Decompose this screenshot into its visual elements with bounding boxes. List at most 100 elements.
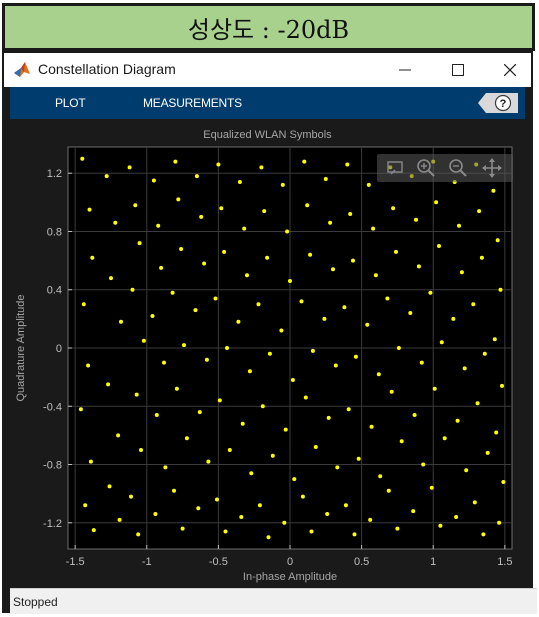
data-point-40: [184, 436, 189, 441]
constellation-plot[interactable]: -1.5 -1 -0.5 0 0.5 1 1.5 -1.2 -0.8 -0.4 0 0.4 0.8 1.2…: [10, 119, 525, 587]
data-point-2: [90, 255, 95, 260]
data-point-5: [78, 407, 83, 412]
minimize-button[interactable]: [382, 53, 428, 87]
data-point-15: [107, 484, 112, 489]
x-tick-label-5: 1: [430, 556, 436, 568]
data-point-45: [202, 261, 207, 266]
y-tick-label-5: 0.8: [47, 226, 62, 238]
data-point-161: [481, 532, 486, 537]
data-point-105: [342, 305, 347, 310]
data-point-38: [182, 343, 186, 348]
data-point-33: [153, 512, 158, 516]
data-point-86: [305, 203, 310, 208]
minimize-icon: [399, 69, 411, 71]
data-point-151: [464, 468, 469, 473]
data-point-168: [501, 480, 506, 484]
constellation-window: Constellation Diagram PLOT MEASUREMENTS …: [2, 51, 537, 614]
data-point-42: [180, 526, 185, 531]
data-point-101: [325, 512, 330, 516]
data-point-149: [462, 366, 467, 371]
data-point-142: [442, 436, 447, 441]
data-point-0: [80, 156, 85, 161]
data-point-130: [416, 264, 421, 269]
data-point-79: [288, 279, 292, 283]
help-icon[interactable]: ?: [478, 93, 518, 113]
data-point-103: [348, 212, 353, 216]
data-point-12: [119, 319, 123, 324]
tab-plot[interactable]: PLOT: [55, 96, 86, 110]
data-point-107: [346, 407, 351, 412]
data-cursor-icon[interactable]: [385, 157, 407, 179]
data-point-141: [432, 386, 437, 391]
data-point-61: [242, 226, 247, 231]
data-point-93: [309, 529, 314, 534]
snr-banner: 성상도 : -20dB: [2, 3, 535, 51]
data-point-160: [472, 500, 477, 505]
data-point-60: [237, 180, 242, 184]
data-point-64: [247, 369, 252, 374]
title-bar[interactable]: Constellation Diagram: [4, 53, 531, 87]
data-point-31: [154, 413, 159, 417]
maximize-icon: [452, 64, 464, 76]
data-point-156: [471, 302, 476, 307]
data-point-30: [162, 360, 166, 365]
data-point-48: [197, 410, 202, 415]
data-point-41: [172, 488, 176, 493]
plot-area: Equalized WLAN Symbols -1.5 -1 -0.5 0 0.5 1 1.…: [10, 119, 525, 587]
data-point-143: [429, 485, 434, 490]
data-point-122: [385, 296, 390, 301]
data-point-117: [378, 474, 383, 479]
data-point-39: [174, 386, 179, 391]
data-point-49: [206, 459, 211, 464]
data-point-72: [267, 351, 272, 356]
data-point-165: [492, 337, 497, 342]
zoom-in-icon[interactable]: [415, 157, 437, 179]
data-point-63: [236, 319, 241, 324]
data-point-91: [313, 445, 318, 449]
zoom-out-icon[interactable]: [447, 157, 469, 179]
data-point-126: [386, 488, 391, 493]
y-tick-label-0: -1.2: [43, 518, 62, 530]
data-point-102: [345, 162, 350, 167]
x-tick-label-0: -1.5: [66, 556, 85, 568]
data-point-108: [356, 456, 361, 461]
y-tick-label-4: 0.4: [47, 285, 62, 297]
data-point-47: [204, 357, 209, 362]
x-tick-label-6: 1.5: [497, 556, 512, 568]
tab-measurements[interactable]: MEASUREMENTS: [143, 96, 242, 110]
data-point-90: [303, 395, 308, 400]
data-point-25: [136, 532, 141, 537]
data-point-51: [216, 162, 221, 167]
data-point-83: [292, 477, 297, 482]
data-point-113: [373, 273, 378, 278]
data-point-50: [196, 506, 201, 511]
data-point-123: [396, 346, 401, 350]
data-point-139: [428, 290, 433, 295]
close-button[interactable]: [487, 53, 533, 87]
data-point-22: [134, 392, 139, 397]
data-point-6: [88, 459, 93, 464]
x-tick-label-2: -0.5: [209, 556, 228, 568]
data-point-147: [459, 270, 464, 275]
data-point-169: [497, 520, 502, 525]
data-point-162: [491, 188, 496, 193]
data-point-159: [485, 450, 490, 455]
svg-text:?: ?: [500, 98, 507, 110]
data-point-24: [129, 494, 133, 499]
matlab-icon: [14, 62, 30, 77]
x-tick-label-4: 0.5: [354, 556, 369, 568]
maximize-button[interactable]: [435, 53, 481, 87]
data-point-68: [259, 165, 264, 170]
data-point-66: [249, 471, 254, 476]
data-point-138: [437, 244, 441, 248]
data-point-154: [477, 209, 482, 214]
data-point-32: [163, 465, 168, 470]
data-point-167: [494, 430, 499, 435]
close-icon: [504, 64, 516, 76]
data-point-112: [371, 226, 376, 231]
pan-icon[interactable]: [481, 157, 503, 179]
y-tick-label-6: 1.2: [47, 168, 62, 180]
data-point-148: [451, 316, 456, 321]
data-point-92: [300, 494, 305, 499]
data-point-109: [343, 503, 348, 508]
